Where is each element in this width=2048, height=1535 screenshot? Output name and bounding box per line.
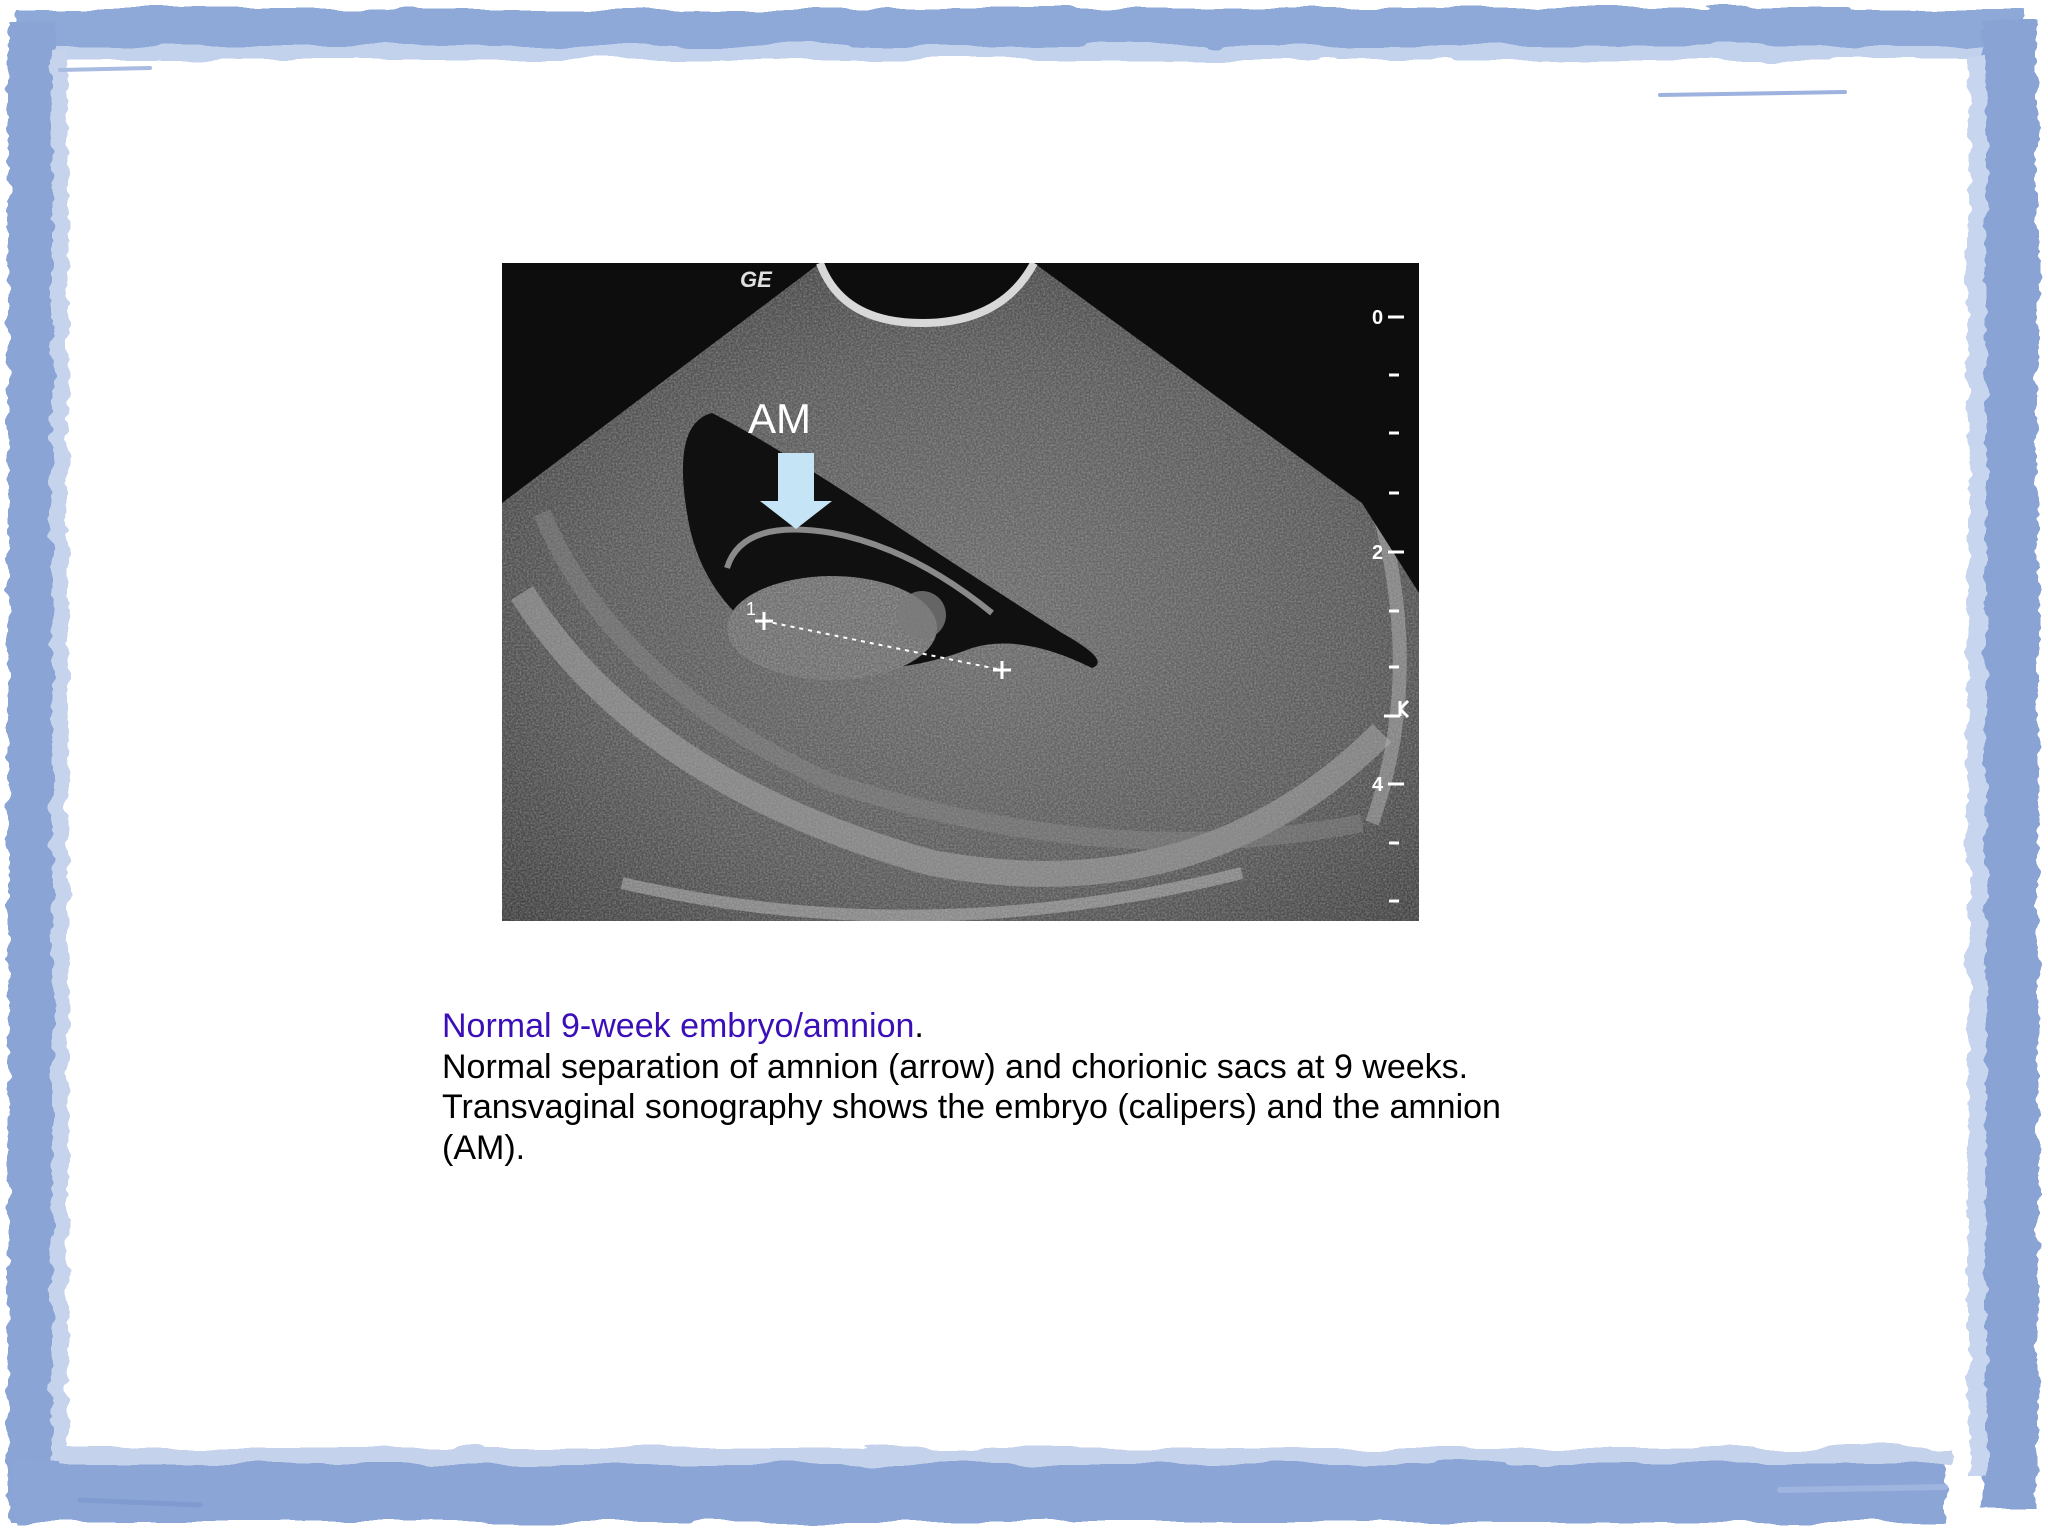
- ge-logo: GE: [740, 267, 773, 292]
- caliper-label: 1: [746, 599, 756, 619]
- depth-scale-0: 0: [1372, 307, 1383, 329]
- caption: Normal 9-week embryo/amnion. Normal sepa…: [442, 1006, 1502, 1168]
- caption-body: Normal separation of amnion (arrow) and …: [442, 1047, 1501, 1167]
- caption-title-punctuation: .: [914, 1007, 924, 1045]
- am-label: AM: [748, 395, 811, 442]
- depth-scale-2: 2: [1372, 542, 1383, 564]
- ultrasound-image: 1 GE AM 0 2 4: [502, 263, 1419, 921]
- caption-title: Normal 9-week embryo/amnion: [442, 1007, 915, 1045]
- depth-scale-4: 4: [1372, 774, 1384, 796]
- caption-title-line: Normal 9-week embryo/amnion.: [442, 1006, 1502, 1047]
